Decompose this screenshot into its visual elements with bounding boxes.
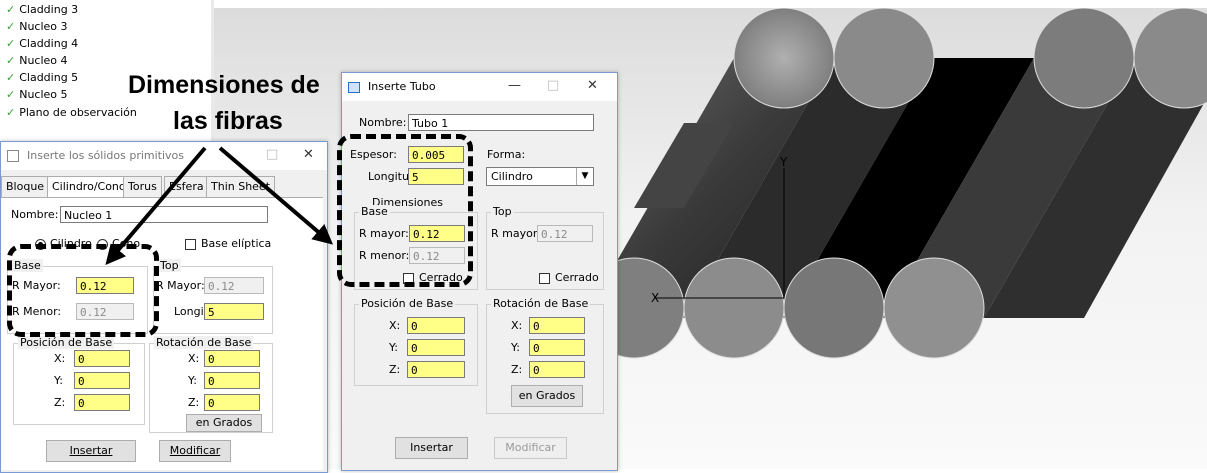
annotation-arrows bbox=[105, 146, 334, 266]
arrow-right bbox=[218, 146, 334, 245]
arrow-left bbox=[105, 146, 207, 266]
